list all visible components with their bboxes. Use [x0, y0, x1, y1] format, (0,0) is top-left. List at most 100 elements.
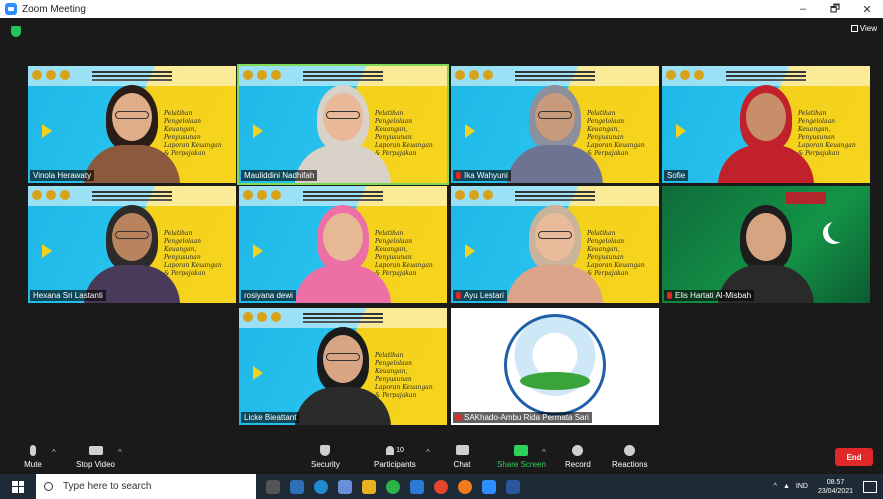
participant-video: [718, 81, 814, 183]
audio-options-chevron-icon[interactable]: ^: [52, 448, 56, 457]
participants-chevron-icon[interactable]: ^: [426, 448, 430, 457]
mail-icon[interactable]: [410, 479, 424, 494]
microphone-icon: [24, 443, 42, 457]
gallery-view-icon: [850, 25, 858, 32]
video-tile[interactable]: Pelatihan Pengelolaan Keuangan, Penyusun…: [239, 186, 447, 303]
file-explorer-icon[interactable]: [362, 479, 376, 494]
university-logo-icon: [46, 190, 56, 200]
banner-text-lines: [303, 191, 383, 193]
university-logo-icon: [257, 312, 267, 322]
banner-text-lines: [515, 71, 595, 73]
participants-button[interactable]: 10 Participants: [374, 443, 416, 469]
security-button[interactable]: Security: [311, 443, 340, 469]
search-placeholder: Type here to search: [63, 481, 152, 492]
view-button[interactable]: View: [850, 24, 877, 33]
input-language[interactable]: IND: [796, 483, 808, 490]
firefox-icon[interactable]: [458, 479, 472, 494]
university-logo-icon: [32, 70, 42, 80]
end-meeting-button[interactable]: End: [835, 448, 873, 466]
banner-text-lines: [515, 191, 595, 193]
task-view-icon[interactable]: [266, 479, 280, 494]
video-tile[interactable]: Elis Hartati Al-Misbah: [662, 186, 870, 303]
video-tile[interactable]: Pelatihan Pengelolaan Keuangan, Penyusun…: [451, 66, 659, 183]
university-logo-icon: [694, 70, 704, 80]
university-logo-icon: [46, 70, 56, 80]
clock-date: 23/04/2021: [817, 487, 853, 495]
encryption-shield-icon[interactable]: [11, 26, 21, 37]
chrome-icon[interactable]: [434, 479, 448, 494]
university-logo-icon: [483, 70, 493, 80]
restore-button[interactable]: 🗗: [819, 0, 851, 18]
start-button[interactable]: [0, 474, 36, 499]
banner-text-lines: [726, 71, 806, 73]
record-button[interactable]: Record: [565, 443, 591, 469]
play-arrow-icon: [42, 124, 52, 138]
video-options-chevron-icon[interactable]: ^: [118, 448, 122, 457]
video-tile[interactable]: Pelatihan Pengelolaan Keuangan, Penyusun…: [662, 66, 870, 183]
participants-icon: 10: [385, 443, 404, 457]
notifications-icon[interactable]: [863, 480, 877, 493]
taskbar-apps: [266, 479, 520, 494]
video-tile[interactable]: Pelatihan Pengelolaan Keuangan, Penyusun…: [28, 186, 236, 303]
tray-chevron-icon[interactable]: ^: [774, 483, 777, 490]
system-tray: ^ ▲ IND 08.57 23/04/2021: [774, 474, 883, 499]
participant-name-label: rosiyana dewi: [241, 290, 296, 301]
mute-button[interactable]: Mute: [24, 443, 42, 469]
muted-mic-icon: [667, 292, 672, 299]
participant-name-label: Hexana Sri Lastanti: [30, 290, 106, 301]
window-title: Zoom Meeting: [22, 3, 86, 15]
security-shield-icon: [316, 443, 334, 457]
play-arrow-icon: [253, 244, 263, 258]
video-tile[interactable]: Pelatihan Pengelolaan Keuangan, Penyusun…: [237, 64, 449, 185]
word-icon[interactable]: [506, 479, 520, 494]
video-tile[interactable]: Pelatihan Pengelolaan Keuangan, Penyusun…: [239, 308, 447, 425]
record-label: Record: [565, 460, 591, 469]
smiley-icon: [621, 443, 639, 457]
university-logo-icon: [469, 70, 479, 80]
taskbar-search-box[interactable]: Type here to search: [36, 474, 256, 499]
university-logo-icon: [666, 70, 676, 80]
participant-name: Elis Hartati Al-Misbah: [675, 291, 752, 300]
chat-button[interactable]: Chat: [453, 443, 471, 469]
play-arrow-icon: [42, 244, 52, 258]
video-tile[interactable]: Pelatihan Pengelolaan Keuangan, Penyusun…: [28, 66, 236, 183]
line-app-icon[interactable]: [386, 479, 400, 494]
security-label: Security: [311, 460, 340, 469]
zoom-logo-icon: [5, 3, 17, 15]
play-arrow-icon: [253, 366, 263, 380]
windows-taskbar: Type here to search ^ ▲ IND 08.57 23/04/…: [0, 474, 883, 499]
meeting-toolbar: Mute ^ Stop Video ^ Security 10 Particip…: [0, 438, 883, 474]
participant-name-label: SAKhado-Ambu Rida Permata Sari: [453, 412, 592, 423]
zoom-taskbar-icon[interactable]: [482, 479, 496, 494]
view-button-label: View: [859, 24, 877, 33]
share-screen-button[interactable]: Share Screen: [497, 443, 546, 469]
video-tile[interactable]: Pelatihan Pengelolaan Keuangan, Penyusun…: [451, 186, 659, 303]
crescent-moon-icon: [828, 220, 850, 242]
taskbar-clock[interactable]: 08.57 23/04/2021: [818, 478, 853, 496]
reactions-button[interactable]: Reactions: [612, 443, 648, 469]
participant-video: [84, 201, 180, 303]
close-button[interactable]: ✕: [851, 0, 883, 18]
participants-count: 10: [396, 446, 404, 454]
banner-text-lines: [92, 71, 172, 73]
chat-bubble-icon: [453, 443, 471, 457]
minimize-button[interactable]: –: [787, 0, 819, 18]
settings-app-icon[interactable]: [338, 479, 352, 494]
network-icon[interactable]: ▲: [783, 483, 790, 490]
video-camera-icon: [87, 443, 105, 457]
banner-text-lines: [303, 313, 383, 315]
title-bar: Zoom Meeting – 🗗 ✕: [0, 0, 883, 18]
edge-icon[interactable]: [314, 479, 328, 494]
clock-time: 08.57: [826, 478, 845, 486]
participant-name: Ayu Lestari: [464, 291, 504, 300]
participant-name: Mauliddini Nadhifah: [244, 171, 315, 180]
university-logo-icon: [455, 190, 465, 200]
record-icon: [569, 443, 587, 457]
share-options-chevron-icon[interactable]: ^: [542, 448, 546, 457]
participant-name-label: Ayu Lestari: [453, 290, 507, 301]
stop-video-button[interactable]: Stop Video: [76, 443, 115, 469]
meeting-area: View Pelatihan Pengelolaan Keuangan, Pen…: [0, 18, 883, 438]
video-tile[interactable]: SAKhado-Ambu Rida Permata Sari: [451, 308, 659, 425]
store-icon[interactable]: [290, 479, 304, 494]
participant-video: [507, 81, 603, 183]
